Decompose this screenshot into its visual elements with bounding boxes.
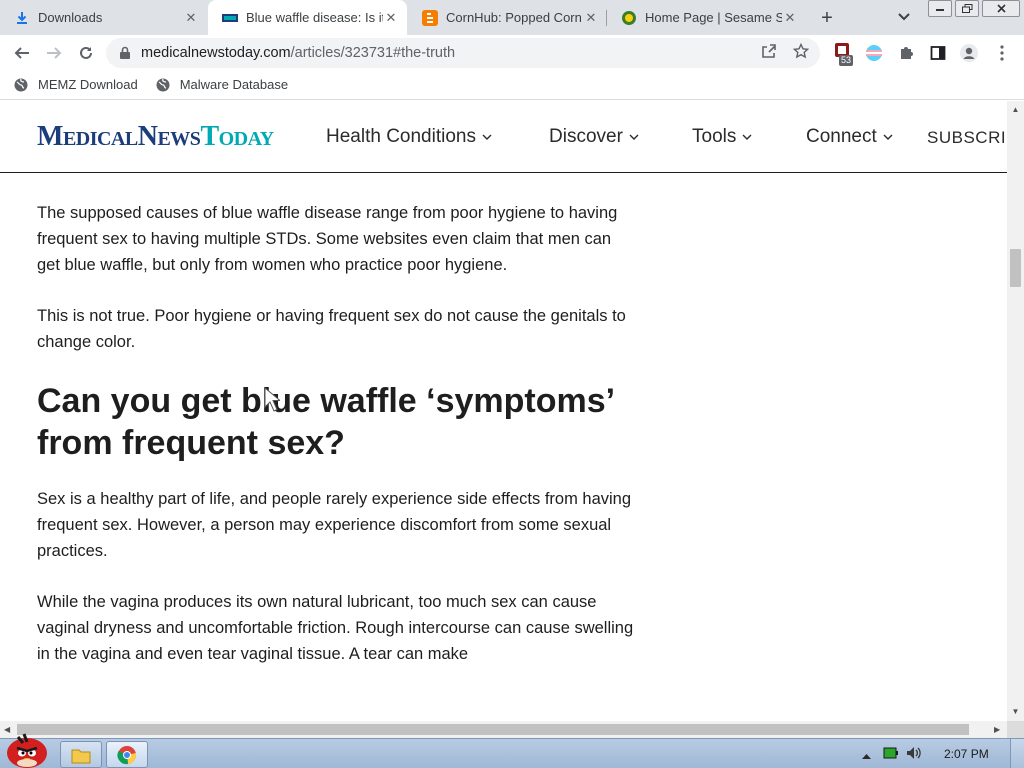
chrome-icon — [117, 745, 137, 764]
taskbar-explorer-button[interactable] — [60, 741, 102, 768]
tab-strip: Downloads ✕ Blue waffle disease: Is it ✕… — [0, 0, 1024, 35]
close-tab-icon[interactable]: ✕ — [583, 10, 599, 26]
extension-flag-icon[interactable] — [864, 43, 884, 63]
nav-label: Connect — [806, 126, 877, 147]
scrollbar-thumb[interactable] — [17, 724, 969, 735]
article-paragraph: This is not true. Poor hygiene or having… — [37, 307, 626, 351]
nav-discover[interactable]: Discover — [549, 126, 639, 148]
scroll-down-arrow-icon[interactable]: ▼ — [1011, 707, 1020, 716]
tab-cornhub[interactable]: CornHub: Popped Corn ✕ — [408, 0, 607, 35]
tray-expand-icon[interactable] — [862, 748, 871, 762]
horizontal-scrollbar[interactable]: ◀ ▶ — [0, 721, 1007, 738]
url-host: medicalnewstoday.com — [141, 45, 291, 61]
scrollbar-corner — [1007, 721, 1024, 738]
article-paragraph: The supposed causes of blue waffle disea… — [37, 204, 618, 274]
profile-avatar-icon[interactable] — [959, 43, 979, 63]
site-logo[interactable]: MEDICALNEWSTODAY — [37, 123, 274, 151]
chrome-menu-icon[interactable] — [992, 43, 1012, 63]
close-tab-icon[interactable]: ✕ — [383, 10, 399, 26]
nav-label: Tools — [692, 126, 737, 147]
new-tab-button[interactable]: + — [815, 6, 839, 30]
bookmark-star-icon[interactable] — [792, 42, 810, 60]
page-viewport: MEDICALNEWSTODAY Health Conditions Disco… — [0, 101, 1007, 721]
section-heading: Can you get blue waffle ‘symptoms’ from … — [37, 382, 614, 462]
mouse-cursor-icon — [264, 387, 280, 412]
tab-search-icon[interactable] — [894, 7, 914, 27]
chevron-down-icon — [742, 134, 752, 140]
globe-icon — [14, 78, 28, 91]
scroll-right-arrow-icon[interactable]: ▶ — [994, 725, 1000, 734]
article-paragraph: While the vagina produces its own natura… — [37, 593, 634, 663]
site-header: MEDICALNEWSTODAY Health Conditions Disco… — [0, 101, 1007, 173]
system-clock[interactable]: 2:07 PM — [944, 747, 989, 761]
tab-title: Home Page | Sesame St — [645, 10, 782, 25]
tab-sesame[interactable]: Home Page | Sesame St ✕ — [607, 0, 806, 35]
tab-title: Downloads — [38, 10, 103, 25]
chevron-down-icon — [883, 134, 893, 140]
blogger-icon — [422, 9, 438, 26]
mnt-favicon — [222, 10, 238, 26]
vertical-scrollbar[interactable]: ▲ ▼ — [1007, 101, 1024, 721]
article-paragraph: Sex is a healthy part of life, and peopl… — [37, 490, 632, 560]
nav-label: Health Conditions — [326, 126, 476, 147]
battery-icon[interactable] — [883, 747, 899, 762]
chevron-down-icon — [482, 134, 492, 140]
lock-icon[interactable] — [118, 46, 132, 60]
restore-button[interactable] — [955, 0, 979, 17]
nav-connect[interactable]: Connect — [806, 126, 893, 148]
taskbar-chrome-button[interactable] — [106, 741, 148, 768]
download-icon — [14, 10, 30, 26]
reload-button[interactable] — [73, 40, 99, 66]
share-icon[interactable] — [760, 42, 778, 60]
article-body: The supposed causes of blue waffle disea… — [37, 200, 637, 692]
extensions-puzzle-icon[interactable] — [896, 43, 916, 63]
minimize-button[interactable] — [928, 0, 952, 17]
window-controls — [928, 0, 1023, 18]
start-button-angry-bird-icon[interactable] — [2, 731, 52, 768]
side-panel-icon[interactable] — [928, 43, 948, 63]
url-path: /articles/323731#the-truth — [290, 45, 456, 61]
show-desktop-button[interactable] — [1010, 739, 1024, 768]
extension-badge: 53 — [839, 55, 854, 66]
nav-health-conditions[interactable]: Health Conditions — [326, 126, 492, 148]
bookmark-label: MEMZ Download — [38, 77, 138, 92]
tab-downloads[interactable]: Downloads ✕ — [0, 0, 207, 35]
close-window-button[interactable] — [982, 0, 1020, 17]
chevron-down-icon — [629, 134, 639, 140]
close-tab-icon[interactable]: ✕ — [782, 10, 798, 26]
subscribe-link[interactable]: SUBSCRIBE — [927, 128, 1007, 148]
globe-icon — [156, 78, 170, 91]
forward-button[interactable] — [41, 40, 67, 66]
tab-title: CornHub: Popped Corn — [446, 10, 582, 25]
tab-title: Blue waffle disease: Is it — [246, 10, 383, 25]
windows-taskbar: 2:07 PM — [0, 733, 1024, 768]
scrollbar-thumb[interactable] — [1010, 249, 1021, 287]
close-tab-icon[interactable]: ✕ — [183, 10, 199, 26]
tab-blue-waffle[interactable]: Blue waffle disease: Is it ✕ — [208, 0, 407, 35]
bookmark-memz-download[interactable]: MEMZ Download — [14, 77, 138, 92]
bookmark-malware-database[interactable]: Malware Database — [156, 77, 288, 92]
address-bar[interactable]: medicalnewstoday.com/articles/323731#the… — [106, 38, 820, 68]
volume-icon[interactable] — [906, 746, 922, 763]
bookmark-label: Malware Database — [179, 77, 289, 92]
scroll-up-arrow-icon[interactable]: ▲ — [1011, 105, 1020, 114]
folder-icon — [71, 749, 91, 763]
bookmarks-bar: MEMZ Download Malware Database — [0, 70, 1024, 100]
back-button[interactable] — [9, 40, 35, 66]
nav-label: Discover — [549, 126, 623, 147]
nav-tools[interactable]: Tools — [692, 126, 752, 148]
sesame-icon — [621, 10, 637, 26]
